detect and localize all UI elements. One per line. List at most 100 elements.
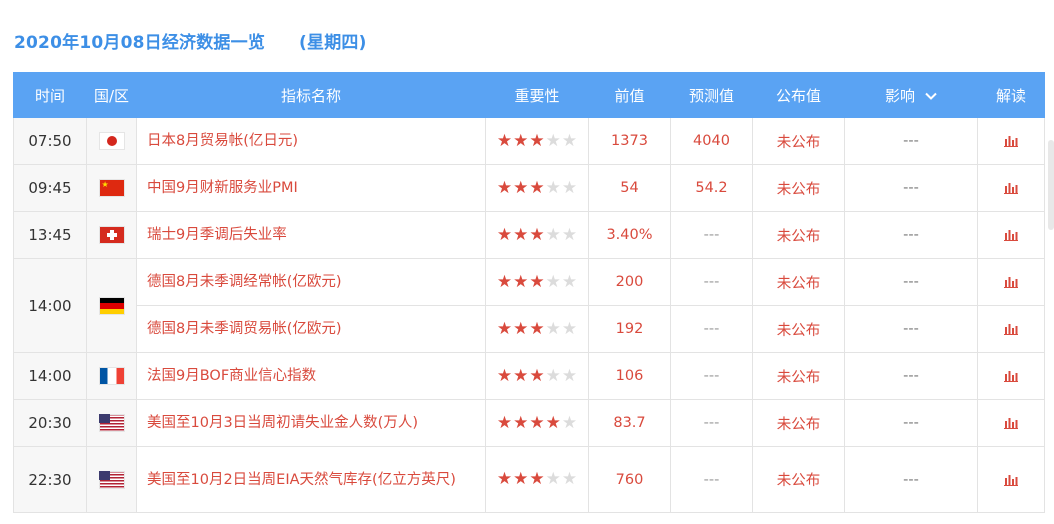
time-cell: 22:30 [13,446,87,513]
bar-chart-icon[interactable] [1004,276,1018,288]
star-icon: ★ [545,365,561,386]
star-icon: ★ [529,365,545,386]
actual-value: 未公布 [752,399,845,447]
header-impact[interactable]: 影响 [844,72,978,118]
forecast-value: --- [670,258,753,306]
forecast-value: 54.2 [670,164,753,212]
table-row: 13:45 瑞士9月季调后失业率 ★ ★ ★ ★ ★ 3.40% --- 未公布 --- [13,211,1045,259]
scrollbar[interactable] [1048,140,1054,230]
star-icon: ★ [529,271,545,292]
importance-stars: ★ ★ ★ ★ ★ [496,130,578,151]
economic-data-table: 时间 国/区 指标名称 重要性 前值 预测值 公布值 影响 解读 07:50 日… [13,72,1045,513]
usa-flag-icon [98,470,125,489]
star-icon: ★ [496,271,513,292]
actual-value: 未公布 [752,352,845,400]
france-flag-icon [98,367,125,385]
actual-value: 未公布 [752,117,845,165]
header-impact-label: 影响 [884,86,915,105]
impact-value: --- [844,117,978,165]
bar-chart-icon[interactable] [1004,229,1018,241]
previous-value: 3.40% [588,211,671,259]
date-title: 2020年10月08日经济数据一览 [14,32,266,53]
star-icon: ★ [529,412,545,433]
impact-value: --- [844,305,978,353]
previous-value: 54 [588,164,671,212]
forecast-value: --- [670,352,753,400]
star-icon: ★ [561,469,578,489]
indicator-name-link[interactable]: 美国至10月3日当周初请失业金人数(万人) [136,399,486,447]
indicator-name-link[interactable]: 德国8月未季调经常帐(亿欧元) [136,258,486,306]
header-importance: 重要性 [485,72,589,118]
star-icon: ★ [513,318,529,339]
page-title: 2020年10月08日经济数据一览 (星期四) [14,26,367,54]
header-interpret: 解读 [977,72,1045,118]
star-icon: ★ [513,412,529,433]
header-indicator: 指标名称 [136,72,486,118]
importance-stars: ★ ★ ★ ★ ★ [497,177,577,198]
bar-chart-icon[interactable] [1004,135,1018,147]
bar-chart-icon[interactable] [1004,417,1018,429]
time-cell: 09:45 [13,164,87,212]
bar-chart-icon[interactable] [1004,370,1018,382]
star-icon: ★ [561,130,578,151]
star-icon: ★ [561,412,578,433]
table-header-row: 时间 国/区 指标名称 重要性 前值 预测值 公布值 影响 解读 [13,72,1045,118]
star-icon: ★ [561,224,578,245]
header-time: 时间 [13,72,87,118]
star-icon: ★ [496,318,513,339]
table-row: 07:50 日本8月贸易帐(亿日元) ★ ★ ★ ★ ★ 1373 4040 未公布 -… [13,117,1045,165]
star-icon: ★ [545,412,561,433]
star-icon: ★ [545,177,561,198]
importance-stars: ★ ★ ★ ★ ★ [496,271,578,292]
bar-chart-icon[interactable] [1004,323,1018,335]
star-icon: ★ [561,365,578,386]
star-icon: ★ [561,318,578,339]
header-region: 国/区 [86,72,137,118]
bar-chart-icon[interactable] [1004,182,1018,194]
star-icon: ★ [529,469,545,489]
actual-value: 未公布 [752,446,845,513]
chevron-down-icon[interactable] [925,92,937,100]
time-cell: 07:50 [13,117,87,165]
actual-value: 未公布 [752,305,845,353]
bar-chart-icon[interactable] [1004,474,1018,486]
impact-value: --- [844,352,978,400]
star-icon: ★ [513,130,529,151]
star-icon: ★ [561,271,578,292]
indicator-name-link[interactable]: 中国9月财新服务业PMI [136,164,486,212]
time-cell: 14:00 [13,258,87,353]
forecast-value: --- [670,211,753,259]
time-cell: 13:45 [13,211,87,259]
previous-value: 192 [588,305,671,353]
indicator-name-link[interactable]: 德国8月未季调贸易帐(亿欧元) [136,305,486,353]
importance-stars: ★ ★ ★ ★ ★ [497,412,578,433]
star-icon: ★ [529,177,545,198]
switzerland-flag-icon [98,226,125,244]
indicator-name-link[interactable]: 美国至10月2日当周EIA天然气库存(亿立方英尺) [136,446,486,513]
importance-stars: ★ ★ ★ ★ ★ [497,224,578,245]
star-icon: ★ [545,224,561,245]
star-icon: ★ [513,224,529,245]
impact-value: --- [844,446,978,513]
previous-value: 200 [588,258,671,306]
star-icon: ★ [529,130,545,151]
impact-value: --- [844,399,978,447]
star-icon: ★ [496,130,513,151]
table-row: 09:45 ★ 中国9月财新服务业PMI ★ ★ ★ ★ ★ 54 54.2 未公布 -… [13,164,1045,212]
time-cell: 14:00 [13,352,87,400]
actual-value: 未公布 [752,211,845,259]
previous-value: 760 [588,446,671,513]
actual-value: 未公布 [752,164,845,212]
indicator-name-link[interactable]: 法国9月BOF商业信心指数 [136,352,486,400]
importance-stars: ★ ★ ★ ★ ★ [497,365,578,386]
japan-flag-icon [98,132,125,150]
star-icon: ★ [513,469,529,489]
indicator-name-link[interactable]: 日本8月贸易帐(亿日元) [136,117,486,165]
header-forecast: 预测值 [670,72,753,118]
star-icon: ★ [529,224,545,245]
forecast-value: 4040 [670,117,753,165]
table-row: 德国8月未季调贸易帐(亿欧元) ★ ★ ★ ★ ★ 192 --- 未公布 --- [14,305,1045,353]
impact-value: --- [844,164,978,212]
previous-value: 1373 [588,117,671,165]
indicator-name-link[interactable]: 瑞士9月季调后失业率 [136,211,486,259]
